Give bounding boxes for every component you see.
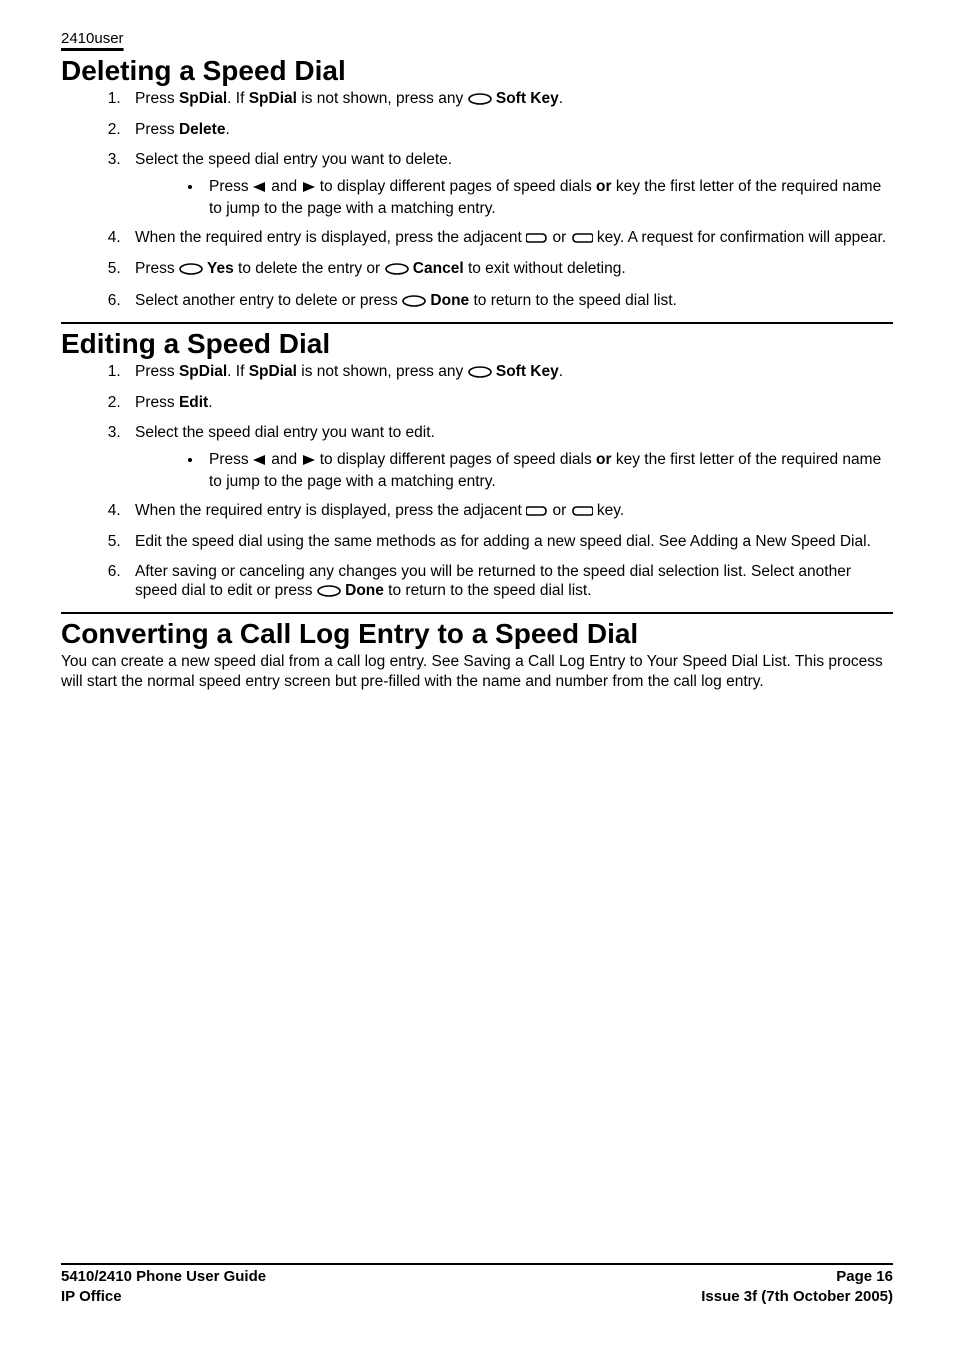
text: or (548, 229, 570, 246)
left-arrow-icon (253, 452, 267, 471)
text: to display different pages of speed dial… (315, 178, 596, 195)
text: When the required entry is displayed, pr… (135, 502, 526, 519)
softkey-icon (468, 364, 492, 383)
softkey-icon (317, 583, 341, 602)
right-arrow-icon (301, 452, 315, 471)
text: . (559, 363, 563, 380)
key-right-icon (526, 230, 548, 249)
label-or: or (596, 178, 612, 195)
label-cancel: Cancel (409, 260, 464, 277)
text: and (267, 451, 301, 468)
step: When the required entry is displayed, pr… (125, 501, 893, 522)
footer-right-bottom: Issue 3f (7th October 2005) (701, 1287, 893, 1307)
label-spdial: SpDial (179, 363, 227, 380)
text: to exit without deleting. (464, 260, 626, 277)
step: Press Delete. (125, 120, 893, 139)
substeps: Press and to display different pages of … (135, 177, 893, 218)
text: Select the speed dial entry you want to … (135, 424, 435, 441)
left-arrow-icon (253, 179, 267, 198)
text: to delete the entry or (234, 260, 385, 277)
text: to display different pages of speed dial… (315, 451, 596, 468)
text: Press (135, 394, 179, 411)
text: Select another entry to delete or press (135, 292, 402, 309)
footer-row-2: IP Office Issue 3f (7th October 2005) (61, 1287, 893, 1307)
label-spdial: SpDial (249, 90, 297, 107)
text: . (208, 394, 212, 411)
text: is not shown, press any (297, 90, 468, 107)
text: Press (209, 451, 253, 468)
label-delete: Delete (179, 121, 226, 138)
label-soft-key: Soft Key (492, 363, 559, 380)
key-left-icon (571, 503, 593, 522)
steps-edit: Press SpDial. If SpDial is not shown, pr… (61, 362, 893, 602)
text: to return to the speed dial list. (384, 582, 592, 599)
step: When the required entry is displayed, pr… (125, 228, 893, 249)
label-spdial: SpDial (179, 90, 227, 107)
label-spdial: SpDial (249, 363, 297, 380)
text: key. (593, 502, 625, 519)
softkey-icon (385, 261, 409, 280)
text: . If (227, 90, 249, 107)
text: Edit the speed dial using the same metho… (135, 533, 871, 550)
text: Press (135, 363, 179, 380)
steps-delete: Press SpDial. If SpDial is not shown, pr… (61, 89, 893, 312)
step: Select the speed dial entry you want to … (125, 423, 893, 491)
text: When the required entry is displayed, pr… (135, 229, 526, 246)
label-done: Done (341, 582, 384, 599)
text: is not shown, press any (297, 363, 468, 380)
softkey-icon (402, 293, 426, 312)
step: After saving or canceling any changes yo… (125, 562, 893, 603)
running-header: 2410user (61, 30, 893, 47)
step: Press SpDial. If SpDial is not shown, pr… (125, 89, 893, 110)
text: . (559, 90, 563, 107)
label-yes: Yes (203, 260, 234, 277)
key-right-icon (526, 503, 548, 522)
substep: Press and to display different pages of … (203, 177, 893, 218)
paragraph-convert-body: You can create a new speed dial from a c… (61, 652, 893, 691)
step: Press Yes to delete the entry or Cancel … (125, 259, 893, 280)
text: Press (135, 90, 179, 107)
text: Press (209, 178, 253, 195)
key-left-icon (571, 230, 593, 249)
text: or (548, 502, 570, 519)
heading-editing-speed-dial: Editing a Speed Dial (61, 322, 893, 360)
footer-left-top: 5410/2410 Phone User Guide (61, 1267, 266, 1287)
footer-row-1: 5410/2410 Phone User Guide Page 16 (61, 1267, 893, 1287)
right-arrow-icon (301, 179, 315, 198)
text: Press (135, 121, 179, 138)
text: . (225, 121, 229, 138)
page-footer: 5410/2410 Phone User Guide Page 16 IP Of… (61, 1263, 893, 1308)
substep: Press and to display different pages of … (203, 450, 893, 491)
page: 2410user Deleting a Speed Dial Press SpD… (0, 0, 954, 1351)
footer-left-bottom: IP Office (61, 1287, 122, 1307)
footer-right-top: Page 16 (836, 1267, 893, 1287)
text: to return to the speed dial list. (469, 292, 677, 309)
label-done: Done (426, 292, 469, 309)
text: . If (227, 363, 249, 380)
step: Edit the speed dial using the same metho… (125, 532, 893, 551)
step: Select the speed dial entry you want to … (125, 150, 893, 218)
label-soft-key: Soft Key (492, 90, 559, 107)
step: Press SpDial. If SpDial is not shown, pr… (125, 362, 893, 383)
heading-deleting-speed-dial: Deleting a Speed Dial (61, 55, 893, 87)
text: and (267, 178, 301, 195)
text: Press (135, 260, 179, 277)
label-or: or (596, 451, 612, 468)
step: Select another entry to delete or press … (125, 291, 893, 312)
heading-converting-call-log: Converting a Call Log Entry to a Speed D… (61, 612, 893, 650)
softkey-icon (179, 261, 203, 280)
text: Select the speed dial entry you want to … (135, 151, 452, 168)
step: Press Edit. (125, 393, 893, 412)
softkey-icon (468, 91, 492, 110)
label-edit: Edit (179, 394, 208, 411)
substeps: Press and to display different pages of … (135, 450, 893, 491)
text: key. A request for confirmation will app… (593, 229, 887, 246)
footer-rule (61, 1263, 893, 1265)
